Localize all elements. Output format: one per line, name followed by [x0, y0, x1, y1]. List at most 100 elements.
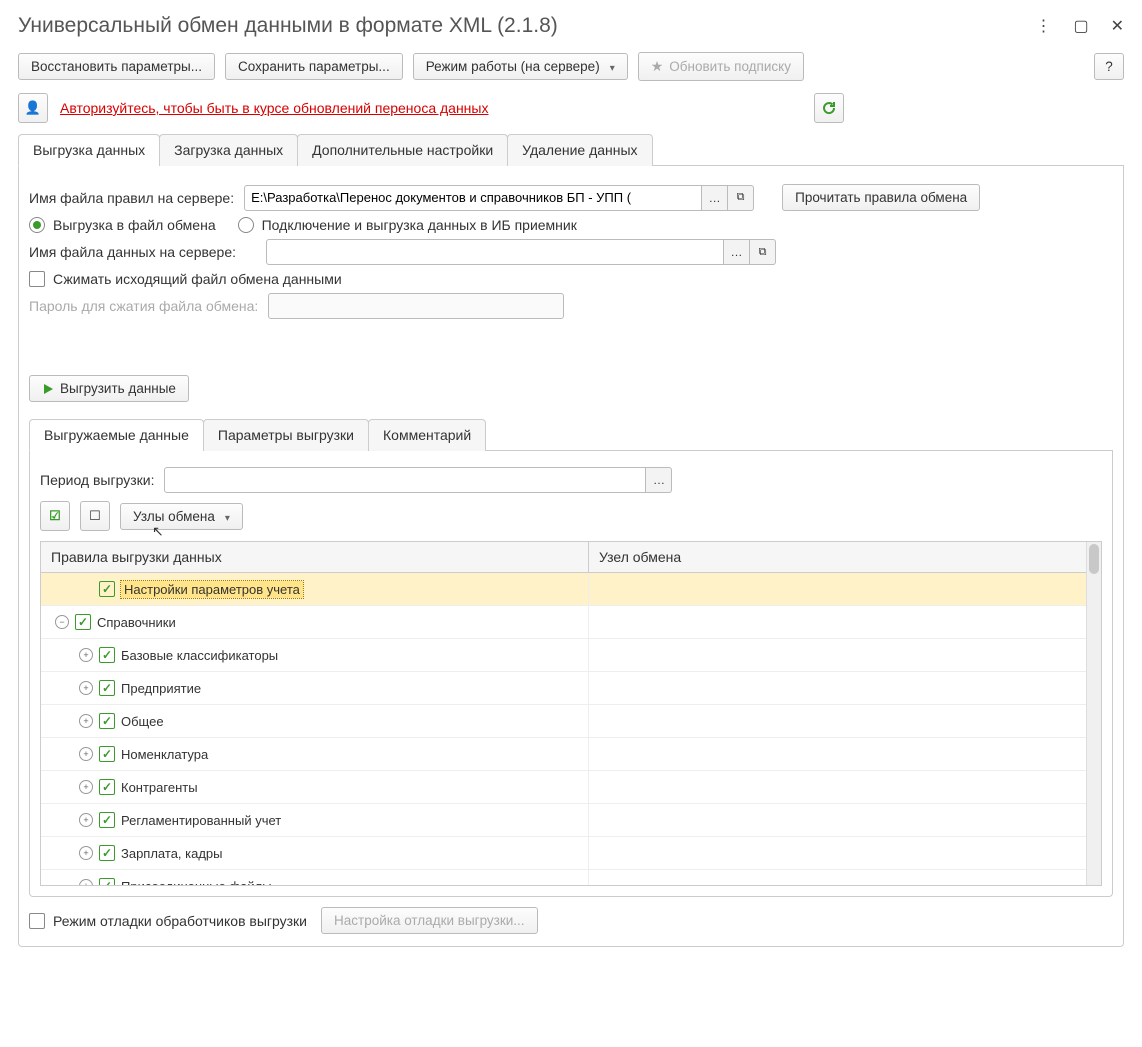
row-label: Зарплата, кадры — [121, 846, 223, 861]
radio-export-ib[interactable]: Подключение и выгрузка данных в ИБ прием… — [238, 217, 577, 233]
nodes-dropdown[interactable]: Узлы обмена — [120, 503, 243, 530]
expand-icon[interactable]: + — [79, 681, 93, 695]
row-checkbox[interactable] — [99, 647, 115, 663]
rules-ellipsis-button[interactable]: … — [702, 185, 728, 211]
save-params-button[interactable]: Сохранить параметры... — [225, 53, 403, 80]
chevron-down-icon — [221, 509, 230, 524]
expand-icon[interactable]: + — [79, 879, 93, 885]
password-label: Пароль для сжатия файла обмена: — [29, 298, 258, 314]
column-rules[interactable]: Правила выгрузки данных — [41, 542, 589, 572]
subtab-comment[interactable]: Комментарий — [368, 419, 486, 451]
expand-icon — [79, 582, 93, 596]
row-label: Контрагенты — [121, 780, 198, 795]
period-input[interactable] — [164, 467, 646, 493]
row-label: Регламентированный учет — [121, 813, 281, 828]
table-row[interactable]: Настройки параметров учета — [41, 573, 1086, 606]
uncheck-all-button[interactable]: ☐ — [80, 501, 110, 531]
uncheck-all-icon: ☐ — [89, 508, 101, 524]
nodes-label: Узлы обмена — [133, 509, 215, 524]
period-label: Период выгрузки: — [40, 472, 154, 488]
check-all-button[interactable]: ☑ — [40, 501, 70, 531]
row-label: Номенклатура — [121, 747, 208, 762]
scrollbar[interactable] — [1086, 542, 1101, 885]
row-checkbox[interactable] — [99, 812, 115, 828]
row-label: Присоединенные файлы — [121, 879, 272, 886]
table-row[interactable]: + Номенклатура — [41, 738, 1086, 771]
tab-delete[interactable]: Удаление данных — [507, 134, 652, 166]
refresh-icon — [821, 100, 837, 116]
subtab-params[interactable]: Параметры выгрузки — [203, 419, 369, 451]
expand-icon[interactable]: − — [55, 615, 69, 629]
table-row[interactable]: + Предприятие — [41, 672, 1086, 705]
row-checkbox[interactable] — [99, 878, 115, 885]
expand-icon[interactable]: + — [79, 813, 93, 827]
debug-label: Режим отладки обработчиков выгрузки — [53, 913, 307, 929]
table-row[interactable]: + Базовые классификаторы — [41, 639, 1086, 672]
read-rules-button[interactable]: Прочитать правила обмена — [782, 184, 980, 211]
table-row[interactable]: + Регламентированный учет — [41, 804, 1086, 837]
user-icon: 👤 — [25, 100, 41, 116]
period-ellipsis-button[interactable]: … — [646, 467, 672, 493]
row-label: Справочники — [97, 615, 176, 630]
close-icon[interactable]: ✕ — [1111, 16, 1124, 36]
help-button[interactable]: ? — [1094, 53, 1124, 80]
subscribe-label: Обновить подписку — [669, 59, 791, 74]
row-checkbox[interactable] — [99, 845, 115, 861]
compress-label: Сжимать исходящий файл обмена данными — [53, 271, 342, 287]
tab-export[interactable]: Выгрузка данных — [18, 134, 160, 166]
row-label: Общее — [121, 714, 164, 729]
row-checkbox[interactable] — [99, 779, 115, 795]
table-row[interactable]: + Присоединенные файлы — [41, 870, 1086, 885]
maximize-icon[interactable]: ▢ — [1073, 16, 1088, 36]
expand-icon[interactable]: + — [79, 780, 93, 794]
subtab-data[interactable]: Выгружаемые данные — [29, 419, 204, 451]
table-row[interactable]: − Справочники — [41, 606, 1086, 639]
expand-icon[interactable]: + — [79, 846, 93, 860]
row-checkbox[interactable] — [75, 614, 91, 630]
subscribe-button[interactable]: ★ Обновить подписку — [638, 52, 804, 81]
rules-open-button[interactable]: ⧉ — [728, 185, 754, 211]
export-button-label: Выгрузить данные — [60, 381, 176, 396]
compress-checkbox[interactable]: Сжимать исходящий файл обмена данными — [29, 271, 342, 287]
expand-icon[interactable]: + — [79, 648, 93, 662]
radio-export-ib-label: Подключение и выгрузка данных в ИБ прием… — [262, 217, 577, 233]
table-row[interactable]: + Контрагенты — [41, 771, 1086, 804]
row-checkbox[interactable] — [99, 713, 115, 729]
debug-settings-button[interactable]: Настройка отладки выгрузки... — [321, 907, 538, 934]
tab-extra[interactable]: Дополнительные настройки — [297, 134, 508, 166]
table-row[interactable]: + Зарплата, кадры — [41, 837, 1086, 870]
column-node[interactable]: Узел обмена — [589, 542, 1086, 572]
check-all-icon: ☑ — [49, 508, 61, 524]
mode-dropdown[interactable]: Режим работы (на сервере) — [413, 53, 628, 80]
scrollbar-thumb[interactable] — [1089, 544, 1099, 574]
star-icon: ★ — [651, 58, 664, 75]
kebab-icon[interactable]: ⋮ — [1035, 16, 1051, 36]
radio-export-file-label: Выгрузка в файл обмена — [53, 217, 216, 233]
data-file-input[interactable] — [266, 239, 724, 265]
refresh-button[interactable] — [814, 93, 844, 123]
table-row[interactable]: + Общее — [41, 705, 1086, 738]
row-label: Предприятие — [121, 681, 201, 696]
data-open-button[interactable]: ⧉ — [750, 239, 776, 265]
data-file-label: Имя файла данных на сервере: — [29, 244, 236, 260]
export-button[interactable]: Выгрузить данные — [29, 375, 189, 402]
expand-icon[interactable]: + — [79, 747, 93, 761]
play-icon — [42, 383, 54, 395]
row-checkbox[interactable] — [99, 680, 115, 696]
user-icon-button[interactable]: 👤 — [18, 93, 48, 123]
data-ellipsis-button[interactable]: … — [724, 239, 750, 265]
row-checkbox[interactable] — [99, 746, 115, 762]
row-label: Базовые классификаторы — [121, 648, 278, 663]
rules-file-input[interactable] — [244, 185, 702, 211]
debug-checkbox[interactable]: Режим отладки обработчиков выгрузки — [29, 913, 307, 929]
radio-export-file[interactable]: Выгрузка в файл обмена — [29, 217, 216, 233]
auth-link[interactable]: Авторизуйтесь, чтобы быть в курсе обновл… — [60, 100, 488, 116]
window-title: Универсальный обмен данными в формате XM… — [18, 14, 558, 38]
expand-icon[interactable]: + — [79, 714, 93, 728]
row-label: Настройки параметров учета — [121, 581, 303, 598]
restore-params-button[interactable]: Восстановить параметры... — [18, 53, 215, 80]
mode-label: Режим работы (на сервере) — [426, 59, 600, 74]
row-checkbox[interactable] — [99, 581, 115, 597]
tab-import[interactable]: Загрузка данных — [159, 134, 298, 166]
password-input — [268, 293, 564, 319]
